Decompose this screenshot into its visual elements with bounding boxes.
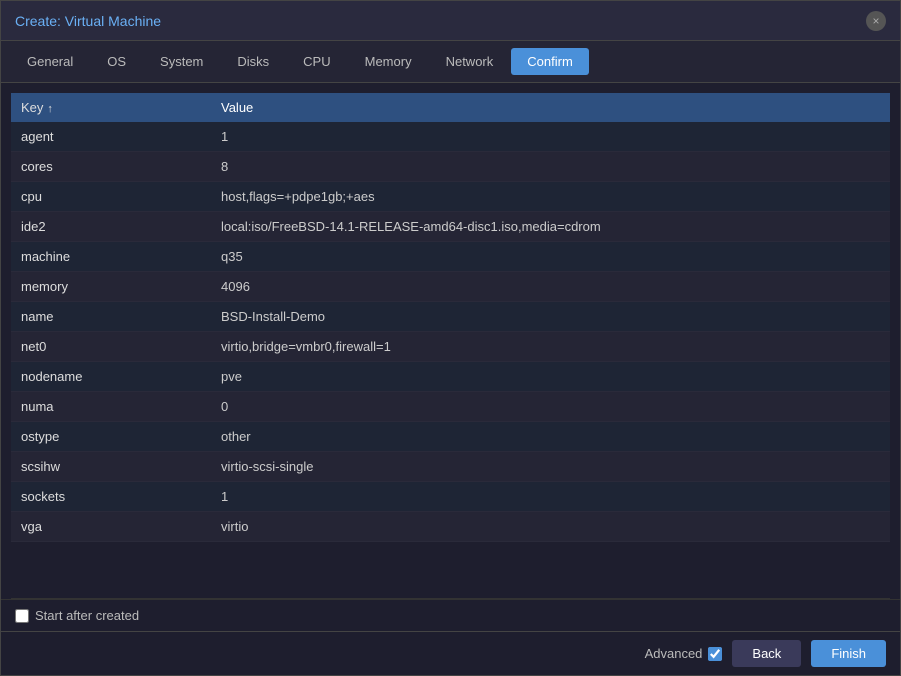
table-body: agent1cores8cpuhost,flags=+pdpe1gb;+aesi… (11, 122, 890, 542)
table-row: vgavirtio (11, 512, 890, 542)
table-cell-key: scsihw (11, 452, 211, 482)
tab-general[interactable]: General (11, 48, 89, 75)
table-row: cpuhost,flags=+pdpe1gb;+aes (11, 182, 890, 212)
start-after-checkbox[interactable] (15, 609, 29, 623)
tab-os[interactable]: OS (91, 48, 142, 75)
table-row: ide2local:iso/FreeBSD-14.1-RELEASE-amd64… (11, 212, 890, 242)
title-bar: Create: Virtual Machine × (1, 1, 900, 41)
tab-bar: General OS System Disks CPU Memory Netwo… (1, 41, 900, 83)
table-cell-value: 0 (211, 392, 890, 422)
table-row: sockets1 (11, 482, 890, 512)
table-cell-key: cores (11, 152, 211, 182)
table-cell-value: pve (211, 362, 890, 392)
table-cell-key: name (11, 302, 211, 332)
sort-arrow-icon: ↑ (47, 103, 53, 115)
close-button[interactable]: × (866, 11, 886, 31)
finish-button[interactable]: Finish (811, 640, 886, 667)
table-cell-value: q35 (211, 242, 890, 272)
table-row: numa0 (11, 392, 890, 422)
table-cell-key: cpu (11, 182, 211, 212)
table-cell-key: ostype (11, 422, 211, 452)
table-cell-key: numa (11, 392, 211, 422)
tab-memory[interactable]: Memory (349, 48, 428, 75)
table-row: nameBSD-Install-Demo (11, 302, 890, 332)
col-header-value[interactable]: Value (211, 93, 890, 122)
table-cell-key: machine (11, 242, 211, 272)
table-cell-value: 1 (211, 482, 890, 512)
table-row: agent1 (11, 122, 890, 152)
tab-cpu[interactable]: CPU (287, 48, 346, 75)
table-cell-key: net0 (11, 332, 211, 362)
confirm-content: Key↑ Value agent1cores8cpuhost,flags=+pd… (1, 83, 900, 598)
table-cell-key: vga (11, 512, 211, 542)
table-row: nodenamepve (11, 362, 890, 392)
table-cell-value: other (211, 422, 890, 452)
create-vm-dialog: Create: Virtual Machine × General OS Sys… (0, 0, 901, 676)
tab-disks[interactable]: Disks (221, 48, 285, 75)
back-button[interactable]: Back (732, 640, 801, 667)
table-cell-key: sockets (11, 482, 211, 512)
table-cell-value: 8 (211, 152, 890, 182)
dialog-title: Create: Virtual Machine (15, 13, 161, 29)
advanced-section: Advanced (645, 646, 723, 661)
table-row: machineq35 (11, 242, 890, 272)
tab-confirm[interactable]: Confirm (511, 48, 589, 75)
table-cell-value: BSD-Install-Demo (211, 302, 890, 332)
table-row: memory4096 (11, 272, 890, 302)
table-cell-key: ide2 (11, 212, 211, 242)
confirm-table: Key↑ Value agent1cores8cpuhost,flags=+pd… (11, 93, 890, 542)
col-header-key[interactable]: Key↑ (11, 93, 211, 122)
table-cell-value: local:iso/FreeBSD-14.1-RELEASE-amd64-dis… (211, 212, 890, 242)
table-row: scsihwvirtio-scsi-single (11, 452, 890, 482)
table-cell-value: virtio-scsi-single (211, 452, 890, 482)
advanced-checkbox[interactable] (708, 647, 722, 661)
tab-system[interactable]: System (144, 48, 219, 75)
table-row: cores8 (11, 152, 890, 182)
table-cell-value: 1 (211, 122, 890, 152)
table-cell-value: host,flags=+pdpe1gb;+aes (211, 182, 890, 212)
table-row: net0virtio,bridge=vmbr0,firewall=1 (11, 332, 890, 362)
table-cell-value: virtio (211, 512, 890, 542)
start-after-label[interactable]: Start after created (15, 608, 886, 623)
table-cell-value: virtio,bridge=vmbr0,firewall=1 (211, 332, 890, 362)
footer: Advanced Back Finish (1, 631, 900, 675)
tab-network[interactable]: Network (430, 48, 510, 75)
table-cell-value: 4096 (211, 272, 890, 302)
table-cell-key: agent (11, 122, 211, 152)
table-cell-key: memory (11, 272, 211, 302)
table-cell-key: nodename (11, 362, 211, 392)
table-row: ostypeother (11, 422, 890, 452)
advanced-label: Advanced (645, 646, 703, 661)
